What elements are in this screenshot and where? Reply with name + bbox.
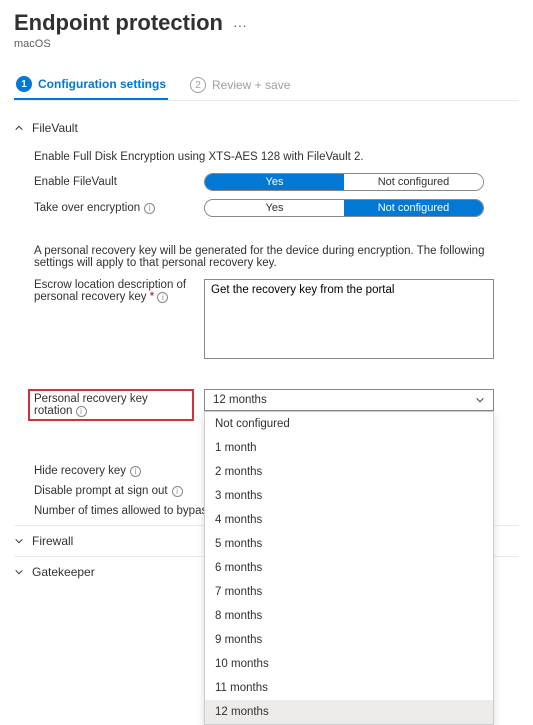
rotation-option[interactable]: 3 months bbox=[205, 484, 493, 508]
more-icon[interactable]: ··· bbox=[233, 17, 247, 33]
hide-recovery-key-label: Hide recovery key bbox=[34, 465, 126, 477]
rotation-option[interactable]: 5 months bbox=[205, 532, 493, 556]
bypass-count-label: Number of times allowed to bypass bbox=[34, 505, 213, 517]
chevron-down-icon bbox=[475, 395, 485, 405]
rotation-option[interactable]: 2 months bbox=[205, 460, 493, 484]
rotation-label: Personal recovery key rotation bbox=[34, 393, 148, 417]
takeover-encryption-label: Take over encryption bbox=[34, 202, 140, 214]
rotation-select[interactable]: 12 months bbox=[204, 389, 494, 411]
required-indicator: * bbox=[150, 291, 154, 303]
tab-number-badge: 2 bbox=[190, 77, 206, 93]
chevron-down-icon bbox=[14, 567, 24, 577]
rotation-option[interactable]: Not configured bbox=[205, 412, 493, 436]
toggle-yes[interactable]: Yes bbox=[205, 174, 344, 190]
rotation-option[interactable]: 9 months bbox=[205, 628, 493, 652]
filevault-description: Enable Full Disk Encryption using XTS-AE… bbox=[34, 151, 519, 163]
tab-label: Configuration settings bbox=[38, 77, 166, 91]
rotation-option[interactable]: 11 months bbox=[205, 676, 493, 700]
info-icon[interactable]: i bbox=[144, 203, 155, 214]
info-icon[interactable]: i bbox=[130, 466, 141, 477]
rotation-option[interactable]: 8 months bbox=[205, 604, 493, 628]
info-icon[interactable]: i bbox=[76, 406, 87, 417]
info-icon[interactable]: i bbox=[172, 486, 183, 497]
rotation-label-highlight: Personal recovery key rotation i bbox=[28, 389, 194, 421]
page-title: Endpoint protection bbox=[14, 10, 223, 36]
disable-prompt-label: Disable prompt at sign out bbox=[34, 485, 168, 497]
rotation-option[interactable]: 6 months bbox=[205, 556, 493, 580]
toggle-not-configured[interactable]: Not configured bbox=[344, 174, 483, 190]
enable-filevault-toggle[interactable]: Yes Not configured bbox=[204, 173, 484, 191]
rotation-option[interactable]: 7 months bbox=[205, 580, 493, 604]
tab-label: Review + save bbox=[212, 78, 290, 92]
rotation-option[interactable]: 4 months bbox=[205, 508, 493, 532]
takeover-encryption-toggle[interactable]: Yes Not configured bbox=[204, 199, 484, 217]
tab-number-badge: 1 bbox=[16, 76, 32, 92]
chevron-up-icon bbox=[14, 123, 24, 133]
escrow-description-input[interactable]: Get the recovery key from the portal bbox=[204, 279, 494, 359]
page-subtitle: macOS bbox=[14, 38, 519, 50]
toggle-not-configured[interactable]: Not configured bbox=[344, 200, 483, 216]
info-icon[interactable]: i bbox=[157, 292, 168, 303]
toggle-yes[interactable]: Yes bbox=[205, 200, 344, 216]
recovery-key-note: A personal recovery key will be generate… bbox=[34, 245, 519, 269]
enable-filevault-label: Enable FileVault bbox=[34, 176, 117, 188]
section-title: Firewall bbox=[32, 534, 73, 548]
rotation-option[interactable]: 1 month bbox=[205, 436, 493, 460]
rotation-select-value: 12 months bbox=[213, 394, 267, 406]
tab-review-save[interactable]: 2 Review + save bbox=[188, 70, 292, 100]
rotation-option[interactable]: 12 months bbox=[205, 700, 493, 724]
section-filevault-header[interactable]: FileVault bbox=[14, 115, 519, 141]
section-title: Gatekeeper bbox=[32, 565, 95, 579]
rotation-option[interactable]: 10 months bbox=[205, 652, 493, 676]
section-title: FileVault bbox=[32, 121, 78, 135]
tab-configuration-settings[interactable]: 1 Configuration settings bbox=[14, 70, 168, 100]
chevron-down-icon bbox=[14, 536, 24, 546]
rotation-dropdown[interactable]: Not configured1 month2 months3 months4 m… bbox=[204, 411, 494, 725]
